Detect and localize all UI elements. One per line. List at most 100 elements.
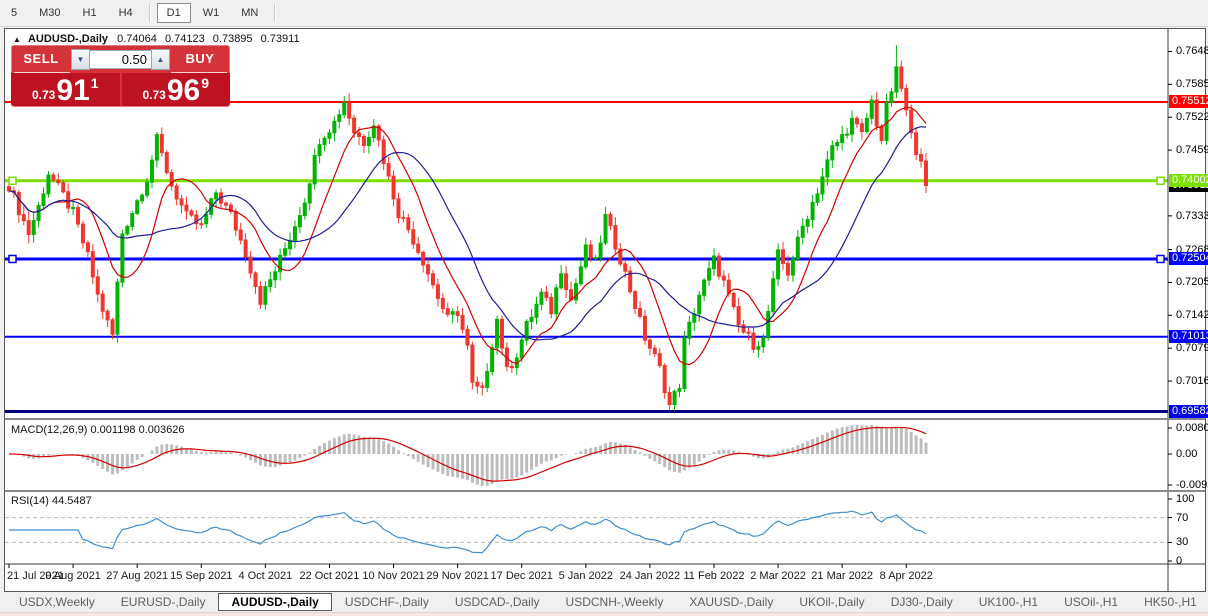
candle [584,245,587,267]
candle [491,348,494,372]
candle [634,292,637,309]
timeframe-button-H1[interactable]: H1 [73,3,107,23]
tab-xauusd-daily[interactable]: XAUUSD-,Daily [676,593,786,611]
tab-usdcnh-weekly[interactable]: USDCNH-,Weekly [553,593,677,611]
candle [639,308,642,316]
main-macd-divider[interactable] [5,418,1205,420]
date-label[interactable]: 21 Mar 2022 [811,570,873,582]
candle [846,134,849,135]
sell-underline [14,72,70,73]
sell-price-box[interactable]: 0.73 91 1 [11,73,120,106]
candle [101,294,104,311]
candle [663,366,666,393]
line-handle[interactable] [1157,177,1164,184]
candle [900,67,903,88]
candle [348,102,351,118]
toolbar-separator [274,4,276,22]
date-label[interactable]: 4 Oct 2021 [238,570,292,582]
candle [318,145,321,156]
macd-tick-label: 0.00 [1176,448,1197,460]
tab-usoil-h1[interactable]: USOil-,H1 [1051,593,1131,611]
line-handle[interactable] [9,177,16,184]
tab-ukoil-daily[interactable]: UKOil-,Daily [786,593,877,611]
candle [594,258,597,259]
candle [865,118,868,131]
timeframe-button-M30[interactable]: M30 [29,3,70,23]
date-label[interactable]: 11 Feb 2022 [684,570,745,582]
date-label[interactable]: 2 Mar 2022 [750,570,806,582]
candle [412,230,415,244]
timeframe-button-H4[interactable]: H4 [109,3,143,23]
candle [540,292,543,304]
volume-input[interactable] [90,50,151,69]
timeframe-button-D1[interactable]: D1 [157,3,191,23]
date-label[interactable]: 8 Apr 2022 [880,570,933,582]
candle [86,243,89,252]
date-label[interactable]: 22 Oct 2021 [299,570,359,582]
candle [303,203,306,216]
candle [146,182,149,195]
candle [165,153,168,173]
rsi-tick-label: 100 [1176,493,1194,505]
candle [259,287,262,305]
tab-uk100-h1[interactable]: UK100-,H1 [966,593,1051,611]
date-label[interactable]: 29 Nov 2021 [426,570,488,582]
tab-eurusd-daily[interactable]: EURUSD-,Daily [108,593,219,611]
candle [762,338,765,347]
date-label[interactable]: 15 Sep 2021 [170,570,232,582]
volume-decrease-icon[interactable]: ▼ [71,49,90,70]
candle [520,340,523,358]
buy-price-box[interactable]: 0.73 96 9 [122,73,231,106]
candle [224,203,227,205]
timeframe-button-5[interactable]: 5 [1,3,27,23]
candle [254,273,257,287]
macd-signal-value: 0.003626 [139,424,185,436]
candle [786,263,789,275]
terminal-edge-strip [0,612,1208,616]
date-label[interactable]: 27 Aug 2021 [106,570,168,582]
candle [777,250,780,279]
chart-window: ▲ AUDUSD-,Daily 0.74064 0.74123 0.73895 … [4,28,1206,592]
tab-usdchf-daily[interactable]: USDCHF-,Daily [332,593,442,611]
date-label[interactable]: 24 Jan 2022 [620,570,681,582]
line-handle[interactable] [1157,255,1164,262]
candle [190,211,193,215]
date-label[interactable]: 9 Aug 2021 [45,570,101,582]
candle [589,245,592,258]
candle [215,193,218,199]
timeframe-button-W1[interactable]: W1 [193,3,230,23]
candle [910,110,913,133]
candle [796,237,799,259]
date-label[interactable]: 17 Dec 2021 [491,570,553,582]
timeframe-button-MN[interactable]: MN [231,3,268,23]
candle [732,293,735,306]
candle [905,88,908,110]
tab-dj30-daily[interactable]: DJ30-,Daily [878,593,966,611]
candle [653,348,656,354]
tab-usdcad-daily[interactable]: USDCAD-,Daily [442,593,553,611]
buy-button[interactable]: BUY [170,51,230,66]
tab-usdx-weekly[interactable]: USDX,Weekly [6,593,108,611]
candle [37,206,40,221]
candle [441,298,444,308]
collapse-arrow-icon[interactable]: ▲ [13,35,21,44]
candle [353,118,356,133]
chart-canvas[interactable] [5,29,1205,591]
candle [47,175,50,194]
line-handle[interactable] [9,255,16,262]
candle [284,249,287,256]
macd-rsi-divider[interactable] [5,490,1205,492]
candle [890,92,893,103]
candle [550,297,553,313]
volume-increase-icon[interactable]: ▲ [151,49,170,70]
volume-spinner: ▼ ▲ [71,49,170,70]
tab-hk50-h1[interactable]: HK50-,H1 [1131,593,1208,611]
date-label[interactable]: 10 Nov 2021 [362,570,424,582]
date-label[interactable]: 5 Jan 2022 [559,570,613,582]
candle [747,332,750,333]
candle [510,366,513,367]
candle [185,205,188,211]
candle [328,133,331,138]
sell-button[interactable]: SELL [11,51,71,66]
tab-audusd-daily[interactable]: AUDUSD-,Daily [218,593,331,611]
